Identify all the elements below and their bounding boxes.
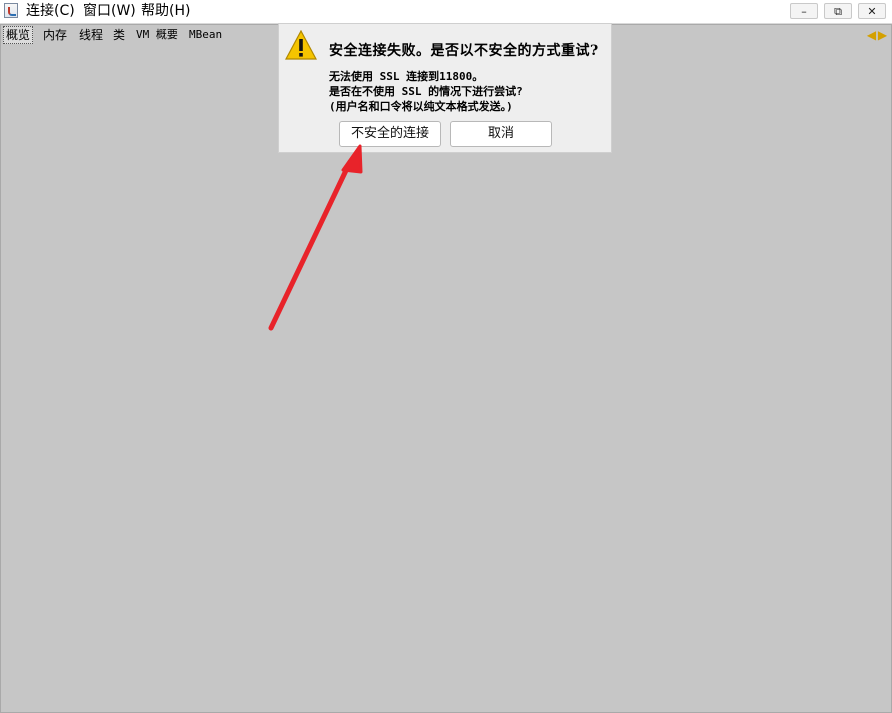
tab-memory[interactable]: 内存 — [41, 27, 69, 43]
dialog-message-line: 是否在不使用 SSL 的情况下进行尝试? — [329, 85, 523, 98]
menu-help[interactable]: 帮助(H) — [141, 2, 190, 20]
dialog-message-line: 无法使用 SSL 连接到11800。 — [329, 70, 484, 83]
menu-bar: 连接(C) 窗口(W) 帮助(H) – ⧉ ✕ — [0, 0, 892, 24]
tab-overview[interactable]: 概览 — [3, 26, 34, 44]
close-button[interactable]: ✕ — [858, 3, 886, 19]
warning-icon — [285, 30, 317, 60]
cancel-button[interactable]: 取消 — [450, 121, 552, 147]
restore-button[interactable]: ⧉ — [824, 3, 852, 19]
java-app-icon — [4, 3, 18, 18]
tab-scroll-left-icon[interactable]: ◀ — [866, 27, 877, 43]
minimize-button[interactable]: – — [790, 3, 818, 19]
insecure-connection-button[interactable]: 不安全的连接 — [339, 121, 441, 147]
dialog-title: 安全连接失败。是否以不安全的方式重试? — [329, 43, 599, 59]
tab-threads[interactable]: 线程 — [77, 27, 105, 43]
tab-scroll-right-icon[interactable]: ▶ — [877, 27, 888, 43]
tab-mbeans[interactable]: MBean — [187, 27, 224, 43]
dialog-message-line: (用户名和口令将以纯文本格式发送。) — [329, 100, 513, 113]
ssl-failure-dialog: 安全连接失败。是否以不安全的方式重试? 无法使用 SSL 连接到11800。 是… — [278, 23, 612, 153]
tab-classes[interactable]: 类 — [111, 27, 127, 43]
menu-window[interactable]: 窗口(W) — [83, 2, 136, 20]
menu-connect[interactable]: 连接(C) — [26, 2, 75, 20]
tab-scroll-buttons[interactable]: ◀ ▶ — [866, 27, 888, 43]
tab-vm-summary[interactable]: VM 概要 — [134, 27, 180, 43]
